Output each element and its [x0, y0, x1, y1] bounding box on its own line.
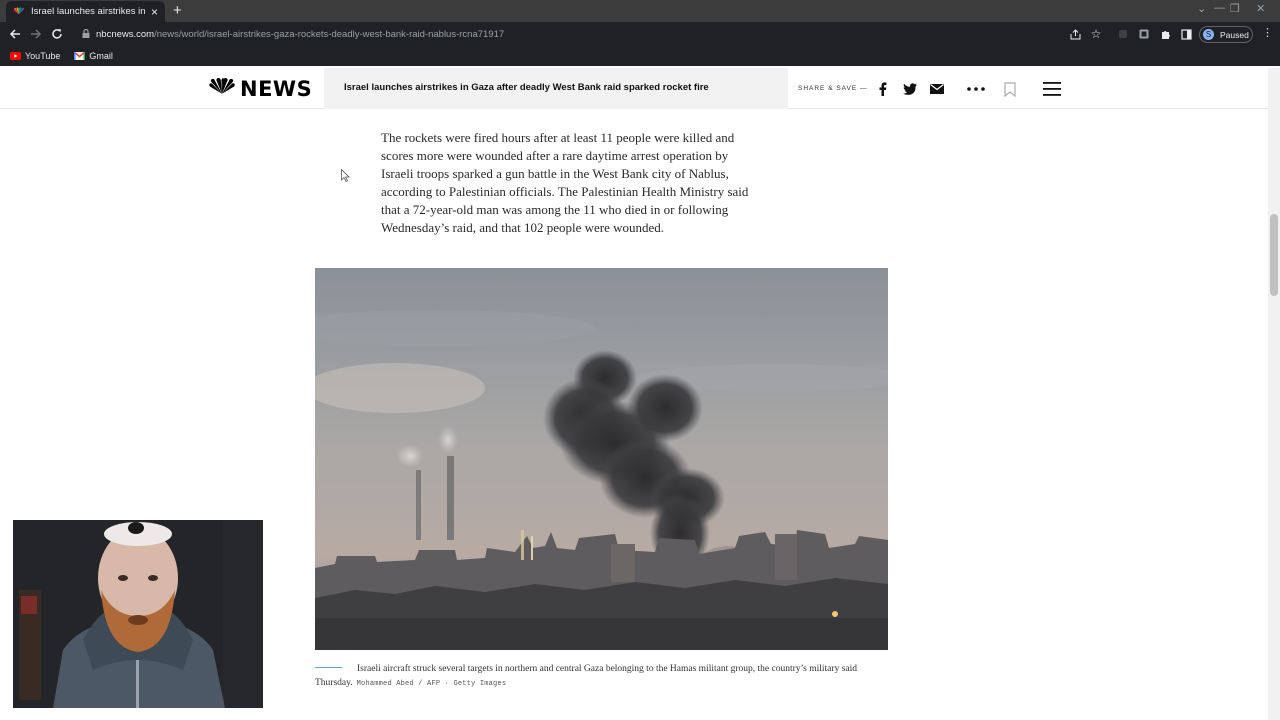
nbc-news-logo[interactable]: NEWS [208, 77, 312, 101]
bookmark-gmail[interactable]: Gmail [73, 47, 113, 65]
avatar: S [1203, 29, 1214, 40]
facebook-icon[interactable] [875, 81, 891, 97]
browser-tab[interactable]: Israel launches airstrikes in Gaza × [6, 1, 165, 22]
side-panel-icon[interactable] [1179, 27, 1193, 41]
tab-title: Israel launches airstrikes in Gaza [31, 6, 145, 17]
new-tab-icon[interactable]: + [173, 3, 182, 19]
minimize-icon[interactable]: — [1214, 2, 1225, 14]
share-page-icon[interactable] [1068, 27, 1082, 41]
share-save-label: SHARE & SAVE — [798, 85, 868, 92]
twitter-icon[interactable] [902, 81, 918, 97]
extension-1-icon[interactable] [1116, 27, 1130, 41]
article-paragraph: The rockets were fired hours after at le… [381, 130, 749, 235]
sticky-headline: Israel launches airstrikes in Gaza after… [344, 82, 709, 93]
sticky-headline-bar: Israel launches airstrikes in Gaza after… [324, 68, 788, 109]
youtube-icon [10, 47, 21, 65]
smoke-over-city-image [315, 268, 888, 650]
site-header: NEWS Israel launches airstrikes in Gaza … [0, 68, 1268, 109]
extension-2-icon[interactable] [1137, 27, 1151, 41]
hamburger-menu-icon[interactable] [1042, 81, 1062, 97]
webcam-overlay [13, 520, 263, 708]
logo-wordmark: NEWS [240, 77, 313, 101]
bookmarks-bar: YouTube Gmail [0, 46, 1280, 66]
nbc-peacock-favicon-icon [12, 5, 26, 19]
mouse-cursor-icon [341, 168, 350, 187]
profile-button[interactable]: S Paused [1199, 26, 1253, 43]
tab-close-icon[interactable]: × [151, 6, 158, 18]
restore-icon[interactable]: ❐ [1230, 2, 1240, 15]
nbc-peacock-icon [208, 77, 236, 101]
tab-search-icon[interactable]: ⌄ [1197, 2, 1206, 15]
back-icon[interactable] [7, 26, 23, 42]
forward-icon[interactable] [28, 26, 44, 42]
photo-caption: Israeli aircraft struck several targets … [315, 662, 875, 691]
reload-icon[interactable] [49, 26, 65, 42]
browser-toolbar: nbcnews.com/news/world/israel-airstrikes… [0, 22, 1280, 46]
window-close-icon[interactable]: ✕ [1256, 2, 1265, 15]
browser-menu-icon[interactable]: ⋮ [1262, 28, 1273, 39]
more-options-icon[interactable] [966, 81, 986, 97]
bookmark-youtube[interactable]: YouTube [10, 47, 60, 65]
address-bar[interactable]: nbcnews.com/news/world/israel-airstrikes… [74, 24, 1114, 44]
scrollbar-thumb[interactable] [1270, 214, 1278, 296]
profile-status: Paused [1220, 29, 1249, 40]
extensions-puzzle-icon[interactable] [1158, 27, 1172, 41]
url-text: nbcnews.com/news/world/israel-airstrikes… [96, 28, 505, 40]
bookmark-star-icon[interactable]: ☆ [1089, 27, 1103, 41]
page-scrollbar[interactable] [1268, 68, 1280, 720]
gmail-icon [73, 47, 86, 65]
save-bookmark-icon[interactable] [1002, 81, 1018, 97]
article-photo[interactable] [315, 268, 888, 650]
browser-tabstrip: Israel launches airstrikes in Gaza × + ⌄… [0, 0, 1280, 22]
photo-credit: Mohammed Abed / AFP · Getty Images [356, 680, 507, 688]
streamer-webcam-image [13, 520, 263, 708]
email-icon[interactable] [929, 81, 945, 97]
lock-icon [82, 25, 90, 43]
